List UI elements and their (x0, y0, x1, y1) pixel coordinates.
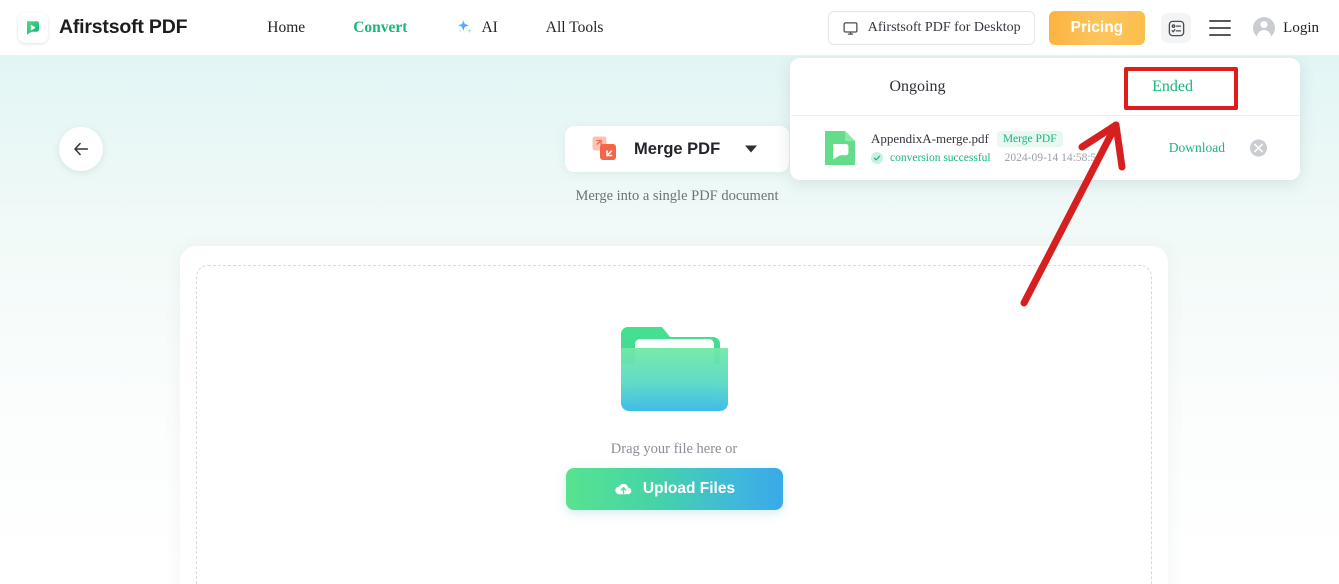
pdf-file-icon (825, 130, 855, 165)
desktop-app-button[interactable]: Afirstsoft PDF for Desktop (827, 11, 1035, 45)
tool-selector[interactable]: Merge PDF (565, 126, 789, 172)
arrow-left-icon (74, 142, 89, 156)
task-row: AppendixA-merge.pdf Merge PDF conversion… (790, 116, 1300, 179)
hamburger-bar (1209, 20, 1232, 22)
task-panel: Ongoing Ended AppendixA-merge.pdf Merge … (790, 58, 1300, 180)
pricing-button[interactable]: Pricing (1048, 11, 1146, 45)
tool-name: Merge PDF (634, 139, 721, 158)
tab-ongoing-label: Ongoing (889, 78, 946, 95)
brand-logo[interactable] (18, 12, 48, 43)
header-right-group: Afirstsoft PDF for Desktop Pricing Login (827, 0, 1339, 56)
task-status-text: conversion successful (890, 152, 991, 164)
back-button[interactable] (59, 127, 103, 171)
close-x-glyph (1254, 143, 1263, 152)
task-file-name: AppendixA-merge.pdf (871, 131, 989, 146)
nav-label-convert: Convert (353, 18, 408, 36)
nav-label-all-tools: All Tools (545, 18, 604, 36)
task-file-line-secondary: conversion successful 2024-09-14 14:58:5… (871, 152, 1102, 164)
pricing-label: Pricing (1070, 19, 1124, 36)
task-panel-tabs: Ongoing Ended (790, 58, 1300, 116)
hamburger-bar (1209, 34, 1232, 36)
afirstsoft-logo-icon (27, 20, 39, 35)
app-root: Afirstsoft PDF Home Convert AI All Tools… (0, 0, 1339, 584)
tasks-checklist-icon (1168, 20, 1184, 36)
tasks-button[interactable] (1161, 13, 1192, 43)
upload-files-button[interactable]: Upload Files (566, 468, 783, 510)
login-button[interactable]: Login (1253, 17, 1319, 39)
tab-ended-label: Ended (1152, 78, 1193, 95)
tab-ongoing[interactable]: Ongoing (790, 58, 1045, 116)
download-link[interactable]: Download (1169, 140, 1225, 156)
task-timestamp: 2024-09-14 14:58:54 (1004, 152, 1103, 164)
main-nav: Home Convert AI All Tools (243, 18, 627, 38)
nav-item-ai[interactable]: AI (431, 18, 521, 38)
upload-files-label: Upload Files (642, 480, 736, 497)
nav-item-all-tools[interactable]: All Tools (522, 19, 628, 37)
drag-hint-text: Drag your file here or (610, 441, 738, 457)
nav-label-home: Home (267, 18, 306, 36)
task-file-line-primary: AppendixA-merge.pdf Merge PDF (871, 131, 1102, 147)
desktop-app-label: Afirstsoft PDF for Desktop (867, 20, 1021, 35)
cloud-upload-icon (615, 483, 632, 494)
site-header: Afirstsoft PDF Home Convert AI All Tools… (0, 0, 1339, 56)
nav-item-convert[interactable]: Convert (329, 19, 431, 37)
close-circle-icon[interactable] (1250, 139, 1267, 156)
folder-icon (621, 327, 728, 411)
hamburger-menu-button[interactable] (1209, 20, 1232, 36)
tab-ended[interactable]: Ended (1045, 58, 1300, 116)
tool-description: Merge into a single PDF document (575, 188, 779, 204)
nav-item-home[interactable]: Home (243, 19, 329, 37)
check-circle-icon (871, 152, 883, 164)
chevron-down-icon[interactable] (745, 145, 757, 153)
monitor-icon (843, 21, 858, 35)
login-label: Login (1283, 19, 1319, 36)
nav-label-ai: AI (481, 18, 498, 36)
merge-pdf-icon (592, 136, 616, 160)
brand-name: Afirstsoft PDF (59, 16, 188, 38)
hamburger-bar (1209, 27, 1232, 29)
task-file-meta: AppendixA-merge.pdf Merge PDF conversion… (871, 131, 1102, 164)
sparkle-icon (458, 19, 473, 33)
task-file-tag: Merge PDF (996, 131, 1063, 147)
user-avatar-icon (1253, 17, 1276, 39)
